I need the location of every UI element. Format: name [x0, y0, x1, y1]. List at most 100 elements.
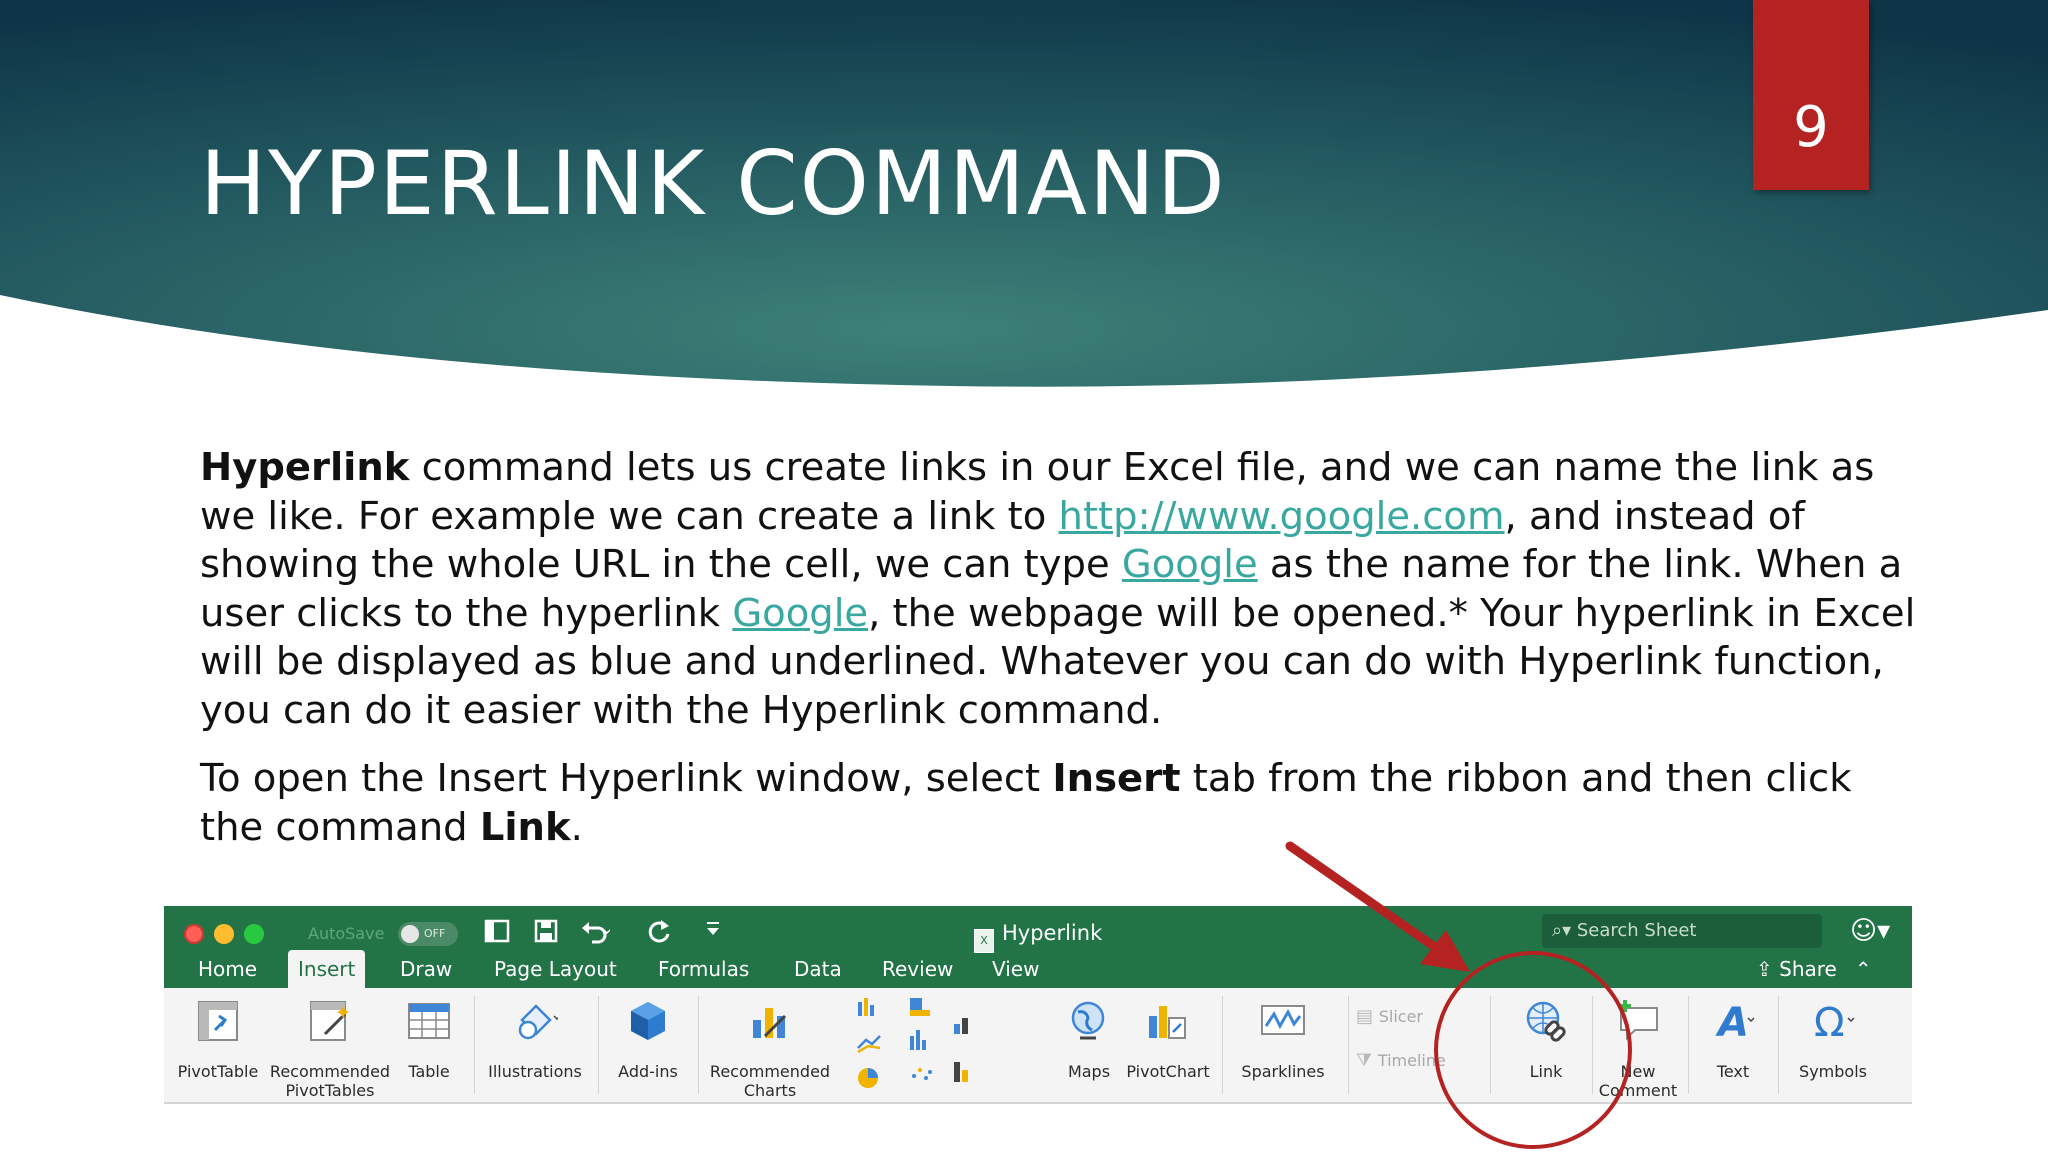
illustrations-button[interactable]: Illustrations: [480, 998, 590, 1081]
ribbon-separator: [1688, 996, 1689, 1094]
paragraph-open-insert-hyperlink: To open the Insert Hyperlink window, sel…: [200, 755, 1920, 852]
link-button[interactable]: Link: [1508, 998, 1584, 1081]
google-link-2[interactable]: Google: [732, 591, 868, 636]
customize-toolbar-icon[interactable]: [698, 918, 728, 948]
excel-titlebar: AutoSave OFF X Hyperlink ⌕▾ Search Sheet …: [164, 906, 1912, 988]
globe-icon: [1071, 1001, 1105, 1040]
tab-data[interactable]: Data: [784, 950, 852, 988]
text-icon: A: [1715, 1000, 1755, 1046]
recommended-charts-icon: [753, 1008, 787, 1038]
svg-text:A: A: [1715, 1000, 1749, 1044]
search-icon: ⌕▾: [1552, 920, 1577, 941]
illustrations-label: Illustrations: [488, 1062, 582, 1081]
table-label: Table: [408, 1062, 450, 1081]
ribbon-separator: [698, 996, 699, 1094]
smiley-feedback-icon[interactable]: ☺▾: [1850, 916, 1890, 946]
tab-view[interactable]: View: [982, 950, 1049, 988]
bold-insert: Insert: [1052, 756, 1181, 801]
sparklines-icon: [1261, 1005, 1305, 1035]
new-comment-icon: [1619, 1000, 1658, 1041]
recommended-charts-line1: Recommended: [709, 1062, 831, 1081]
tab-review[interactable]: Review: [872, 950, 963, 988]
table-button[interactable]: Table: [394, 998, 464, 1081]
sidebar-toggle-icon[interactable]: [482, 918, 512, 948]
ribbon-separator: [1490, 996, 1491, 1094]
zoom-window-button[interactable]: [244, 924, 264, 944]
undo-icon[interactable]: [580, 918, 611, 948]
new-comment-button[interactable]: New Comment: [1588, 998, 1688, 1100]
illustrations-icon: [518, 1004, 561, 1040]
timeline-label: Timeline: [1377, 1051, 1446, 1070]
recommended-charts-label: Recommended Charts: [708, 1062, 832, 1100]
toggle-knob: [401, 925, 419, 943]
chart-types-grid[interactable]: [854, 996, 974, 1092]
bold-term-hyperlink: Hyperlink: [200, 445, 410, 490]
pivotchart-button[interactable]: PivotChart: [1118, 998, 1218, 1081]
new-comment-line2: Comment: [1598, 1081, 1678, 1100]
tab-formulas[interactable]: Formulas: [648, 950, 759, 988]
add-ins-button[interactable]: Add-ins: [608, 998, 688, 1081]
tab-home[interactable]: Home: [188, 950, 267, 988]
slicer-icon: ▤: [1356, 1006, 1379, 1027]
slicer-button: ▤ Slicer: [1356, 1006, 1476, 1027]
svg-text:Ω: Ω: [1814, 1000, 1845, 1044]
symbols-button[interactable]: Ω Symbols: [1788, 998, 1878, 1081]
table-icon: [408, 1003, 450, 1039]
pivottable-label: PivotTable: [177, 1062, 259, 1081]
save-icon[interactable]: [531, 918, 561, 948]
symbols-label: Symbols: [1799, 1062, 1867, 1081]
share-icon: ⇪: [1756, 957, 1780, 981]
slide-title: HYPERLINK COMMAND: [200, 132, 1227, 235]
recommended-pivottables-label: Recommended PivotTables: [268, 1062, 392, 1100]
page-number-tab: 9: [1753, 0, 1869, 190]
recommended-pivottables-line1: Recommended: [269, 1062, 391, 1081]
ribbon-separator: [1348, 996, 1349, 1094]
minimize-window-button[interactable]: [214, 924, 234, 944]
bold-link: Link: [479, 804, 571, 850]
google-url-link[interactable]: http://www.google.com: [1059, 494, 1505, 539]
collapse-ribbon-icon[interactable]: ⌃: [1855, 957, 1872, 981]
autosave-state: OFF: [424, 927, 446, 940]
text-button[interactable]: A Text: [1698, 998, 1768, 1081]
sparklines-label: Sparklines: [1241, 1062, 1325, 1081]
share-button[interactable]: ⇪ Share ⌃: [1756, 950, 1872, 988]
document-title: X Hyperlink: [974, 916, 1102, 953]
new-comment-line1: New: [1620, 1062, 1656, 1081]
tab-page-layout[interactable]: Page Layout: [484, 950, 627, 988]
search-sheet-field[interactable]: ⌕▾ Search Sheet: [1542, 914, 1822, 948]
timeline-button: ⧩ Timeline: [1356, 1050, 1476, 1071]
pivotchart-icon: [1149, 1006, 1186, 1039]
recommended-pivottables-button[interactable]: Recommended PivotTables: [268, 998, 392, 1100]
tab-draw[interactable]: Draw: [390, 950, 462, 988]
recommended-charts-button[interactable]: Recommended Charts: [708, 998, 832, 1100]
add-ins-label: Add-ins: [618, 1062, 678, 1081]
chart-types-icon: [857, 998, 968, 1088]
timeline-icon: ⧩: [1356, 1050, 1378, 1071]
search-placeholder: Search Sheet: [1576, 920, 1697, 941]
add-ins-icon: [631, 1002, 665, 1040]
pivottable-icon: [198, 1001, 238, 1041]
sparklines-button[interactable]: Sparklines: [1228, 998, 1338, 1081]
insert-ribbon: PivotTable Recommended PivotTables Table …: [164, 988, 1912, 1102]
ribbon-separator: [474, 996, 475, 1094]
new-comment-label: New Comment: [1588, 1062, 1688, 1100]
google-link[interactable]: Google: [1122, 542, 1258, 587]
paragraph-hyperlink-description: Hyperlink command lets us create links i…: [200, 444, 1920, 735]
ribbon-separator: [1778, 996, 1779, 1094]
close-window-button[interactable]: [184, 924, 204, 944]
text-label: Text: [1716, 1062, 1750, 1081]
redo-icon[interactable]: [644, 918, 674, 948]
autosave-toggle[interactable]: OFF: [398, 922, 458, 946]
tab-insert[interactable]: Insert: [288, 950, 366, 988]
excel-ribbon-screenshot: AutoSave OFF X Hyperlink ⌕▾ Search Sheet …: [164, 906, 1912, 1104]
link-icon: [1526, 1001, 1566, 1042]
recommended-pivottables-line2: PivotTables: [285, 1081, 375, 1100]
slicer-label: Slicer: [1378, 1007, 1423, 1026]
recommended-pivottables-icon: [310, 1001, 349, 1041]
paragraph2-text-c: .: [570, 804, 583, 850]
pivottable-button[interactable]: PivotTable: [172, 998, 264, 1081]
page-number: 9: [1793, 95, 1829, 160]
document-title-text: Hyperlink: [1002, 921, 1103, 945]
pivotchart-label: PivotChart: [1126, 1062, 1210, 1081]
share-label: Share: [1779, 957, 1837, 981]
